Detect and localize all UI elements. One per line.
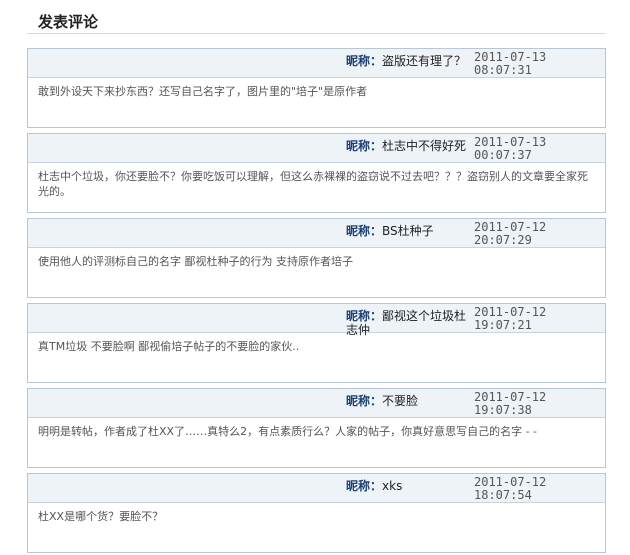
comment-body: 明明是转帖，作者成了杜XX了……真特么2，有点素质行么？人家的帖子，你真好意思写… [38, 425, 537, 438]
comment-author: 昵称：xks [346, 479, 471, 493]
comment-body: 杜志中个垃圾，你还要脸不？你要吃饭可以理解，但这么赤裸裸的盗窃说不过去吧？？？盗… [38, 170, 588, 198]
comment-header: 昵称：xks 2011-07-12 18:07:54 [28, 474, 605, 503]
nickname-label: 昵称： [346, 54, 383, 68]
comment-author: 昵称：杜志中不得好死 [346, 139, 471, 153]
comment-timestamp: 2011-07-13 08:07:31 [474, 51, 546, 77]
comment-item: 昵称：鄙视这个垃圾杜志仲 2011-07-12 19:07:21 真TM垃圾 不… [27, 303, 606, 383]
comment-item: 昵称：盗版还有理了？ 2011-07-13 08:07:31 敢到外设天下来抄东… [27, 48, 606, 128]
comment-time: 18:07:54 [474, 488, 532, 502]
nickname-label: 昵称： [346, 309, 383, 323]
comment-time: 20:07:29 [474, 233, 532, 247]
comment-body: 敢到外设天下来抄东西？还写自己名字了，图片里的"培子"是原作者 [38, 85, 368, 98]
comment-author: 昵称：盗版还有理了？ [346, 54, 471, 68]
comment-item: 昵称：BS杜种子 2011-07-12 20:07:29 使用他人的评测标自己的… [27, 218, 606, 298]
comment-body: 使用他人的评测标自己的名字 鄙视杜种子的行为 支持原作者培子 [38, 255, 353, 268]
title-divider [27, 33, 606, 34]
comment-author: 昵称：BS杜种子 [346, 224, 471, 238]
comment-header: 昵称：BS杜种子 2011-07-12 20:07:29 [28, 219, 605, 248]
comment-body: 真TM垃圾 不要脸啊 鄙视偷培子帖子的不要脸的家伙.. [38, 340, 300, 353]
nickname-value: BS杜种子 [382, 224, 434, 238]
comment-time: 00:07:37 [474, 148, 532, 162]
comment-header: 昵称：盗版还有理了？ 2011-07-13 08:07:31 [28, 49, 605, 78]
comment-timestamp: 2011-07-12 20:07:29 [474, 221, 546, 247]
comment-author: 昵称：鄙视这个垃圾杜志仲 [346, 309, 471, 337]
comment-item: 昵称：杜志中不得好死 2011-07-13 00:07:37 杜志中个垃圾，你还… [27, 133, 606, 213]
nickname-value: 不要脸 [382, 394, 419, 408]
comment-item: 昵称：xks 2011-07-12 18:07:54 杜XX是哪个货？要脸不？ [27, 473, 606, 553]
nickname-label: 昵称： [346, 394, 383, 408]
comment-time: 19:07:21 [474, 318, 532, 332]
comment-timestamp: 2011-07-12 19:07:38 [474, 391, 546, 417]
comment-header: 昵称：杜志中不得好死 2011-07-13 00:07:37 [28, 134, 605, 163]
nickname-value: 盗版还有理了？ [382, 54, 467, 68]
page-title: 发表评论 [38, 13, 99, 31]
comment-timestamp: 2011-07-13 00:07:37 [474, 136, 546, 162]
comment-header: 昵称：鄙视这个垃圾杜志仲 2011-07-12 19:07:21 [28, 304, 605, 337]
comment-timestamp: 2011-07-12 18:07:54 [474, 476, 546, 502]
nickname-label: 昵称： [346, 479, 383, 493]
comment-time: 08:07:31 [474, 63, 532, 77]
comment-time: 19:07:38 [474, 403, 532, 417]
nickname-value: 杜志中不得好死 [382, 139, 467, 153]
comment-author: 昵称：不要脸 [346, 394, 471, 408]
nickname-value: xks [382, 479, 403, 493]
nickname-label: 昵称： [346, 139, 383, 153]
comment-item: 昵称：不要脸 2011-07-12 19:07:38 明明是转帖，作者成了杜XX… [27, 388, 606, 468]
nickname-label: 昵称： [346, 224, 383, 238]
comment-timestamp: 2011-07-12 19:07:21 [474, 306, 546, 332]
comment-body: 杜XX是哪个货？要脸不？ [38, 510, 164, 523]
comment-header: 昵称：不要脸 2011-07-12 19:07:38 [28, 389, 605, 418]
